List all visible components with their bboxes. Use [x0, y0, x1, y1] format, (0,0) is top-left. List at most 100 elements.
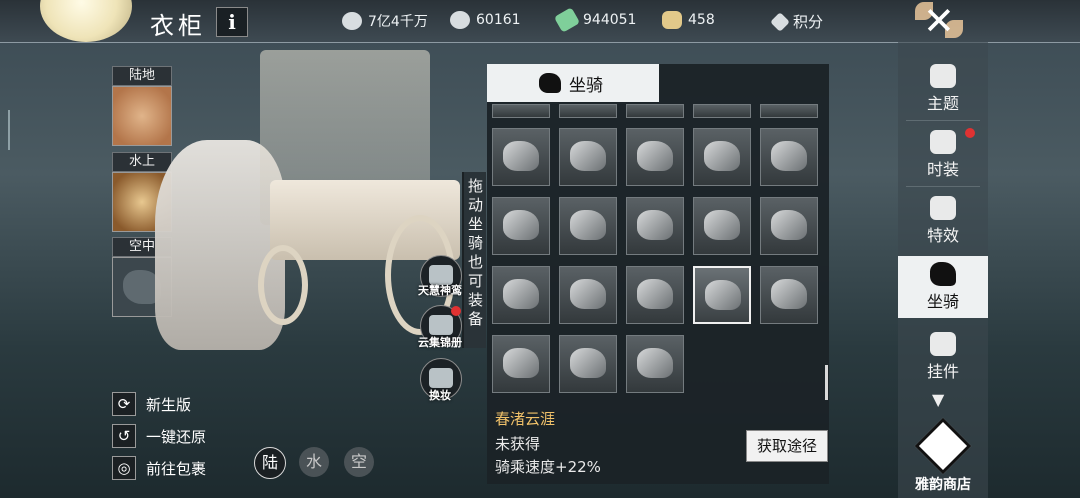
divider	[906, 120, 980, 121]
notification-dot	[451, 306, 461, 316]
mount-cell[interactable]	[492, 197, 550, 255]
mount-thumbnail	[570, 279, 606, 309]
mount-cell[interactable]	[559, 197, 617, 255]
mount-cell[interactable]	[760, 197, 818, 255]
mount-speed: 骑乘速度+22%	[495, 458, 601, 476]
terrain-water-button[interactable]: 水	[299, 447, 329, 477]
mount-cell[interactable]	[559, 128, 617, 186]
mushroom-icon	[930, 64, 956, 88]
mount-thumbnail	[771, 210, 807, 240]
carriage-wheel	[258, 245, 308, 325]
mount-cell[interactable]	[760, 266, 818, 324]
points-icon	[770, 11, 790, 32]
sidebar-item-effects[interactable]: 特效	[898, 190, 988, 252]
refresh-icon: ⟳	[112, 392, 136, 416]
drag-hint: 拖动坐骑也可装备	[462, 172, 486, 348]
currency-value: 7亿4千万	[368, 14, 428, 30]
mount-cell[interactable]	[492, 128, 550, 186]
mount-thumbnail	[570, 141, 606, 171]
terrain-land-button[interactable]: 陆	[254, 447, 286, 479]
currency-jade: 944051	[553, 7, 637, 33]
grid-scrollbar[interactable]	[825, 365, 828, 400]
sidebar-item-label: 时装	[926, 160, 959, 179]
shop-button[interactable]: 雅韵商店	[898, 417, 988, 498]
mount-cell[interactable]	[626, 335, 684, 393]
mount-cell[interactable]	[626, 128, 684, 186]
bag-label: 前往包裹	[146, 459, 207, 478]
divider	[906, 186, 980, 187]
currency-silver: 7亿4千万	[342, 11, 428, 31]
new-version-button[interactable]: ⟳ 新生版	[112, 392, 191, 416]
sidebar-item-label: 挂件	[926, 362, 959, 381]
sidebar-item-label: 特效	[926, 226, 959, 245]
mount-thumbnail	[637, 348, 673, 378]
sidebar-item-label: 主题	[926, 94, 959, 113]
gold-ingot-icon	[662, 11, 682, 29]
mount-cell-selected[interactable]	[693, 266, 751, 324]
swirl-icon	[930, 196, 956, 220]
book-icon	[429, 315, 453, 335]
mount-thumbnail	[570, 210, 606, 240]
mount-cell[interactable]	[693, 197, 751, 255]
mount-cell[interactable]	[693, 128, 751, 186]
chevron-down-icon[interactable]: ▼	[932, 390, 944, 409]
sidebar-item-pendants[interactable]: 挂件	[898, 326, 988, 388]
close-icon: ✕	[923, 0, 955, 43]
notification-dot	[965, 128, 975, 138]
pendant-icon	[930, 332, 956, 356]
reset-button[interactable]: ↺ 一键还原	[112, 424, 206, 448]
mount-thumbnail	[704, 210, 740, 240]
sidebar-item-theme[interactable]: 主题	[898, 58, 988, 120]
mount-cell[interactable]	[559, 266, 617, 324]
new-version-label: 新生版	[146, 395, 192, 414]
mount-thumbnail	[503, 279, 539, 309]
tab-mounts[interactable]: 坐骑	[487, 64, 659, 102]
sidebar-item-mounts[interactable]: 坐骑	[898, 256, 988, 318]
tab-label: 坐骑	[569, 75, 603, 96]
mount-cell[interactable]	[760, 128, 818, 186]
obtain-button[interactable]: 获取途径	[746, 430, 828, 462]
mount-thumbnail	[637, 141, 673, 171]
mount-cell[interactable]	[626, 197, 684, 255]
points-button[interactable]: 积分	[770, 11, 823, 32]
mount-thumbnail	[570, 348, 606, 378]
shop-label: 雅韵商店	[915, 477, 971, 493]
mount-cell[interactable]	[626, 266, 684, 324]
mount-thumbnail	[503, 141, 539, 171]
left-edge-handle[interactable]	[0, 110, 10, 150]
mount-cell[interactable]	[492, 104, 550, 118]
change-label: 换妆	[429, 389, 451, 402]
mount-thumbnail	[771, 279, 807, 309]
reset-label: 一键还原	[146, 427, 207, 446]
mount-thumbnail	[503, 210, 539, 240]
mount-status: 未获得	[495, 435, 541, 453]
terrain-air-button[interactable]: 空	[344, 447, 374, 477]
mount-name: 春渚云涯	[495, 410, 556, 428]
mount-cell[interactable]	[760, 104, 818, 118]
robe-icon	[930, 130, 956, 154]
mount-cell[interactable]	[626, 104, 684, 118]
eye-icon	[429, 368, 453, 388]
mount-cell[interactable]	[559, 335, 617, 393]
horse-icon	[930, 262, 956, 286]
mount-thumbnail	[771, 141, 807, 171]
mount-preview[interactable]	[150, 30, 460, 350]
mount-thumbnail	[637, 279, 673, 309]
mount-thumbnail	[704, 141, 740, 171]
mount-thumbnail	[705, 280, 741, 310]
undo-icon: ↺	[112, 424, 136, 448]
jade-icon	[553, 7, 581, 33]
silver-coin-icon	[342, 12, 362, 30]
ingot-icon	[450, 11, 470, 29]
mount-cell[interactable]	[492, 335, 550, 393]
currency-value: 944051	[583, 12, 637, 28]
mount-cell[interactable]	[492, 266, 550, 324]
currency-gold: 458	[662, 11, 715, 29]
mount-cell[interactable]	[559, 104, 617, 118]
horse-icon	[539, 73, 561, 93]
mount-cell[interactable]	[693, 104, 751, 118]
moon-decoration	[40, 0, 132, 42]
bag-button[interactable]: ◎ 前往包裹	[112, 456, 206, 480]
close-button[interactable]: ✕	[905, 0, 975, 42]
shop-icon	[914, 417, 972, 475]
